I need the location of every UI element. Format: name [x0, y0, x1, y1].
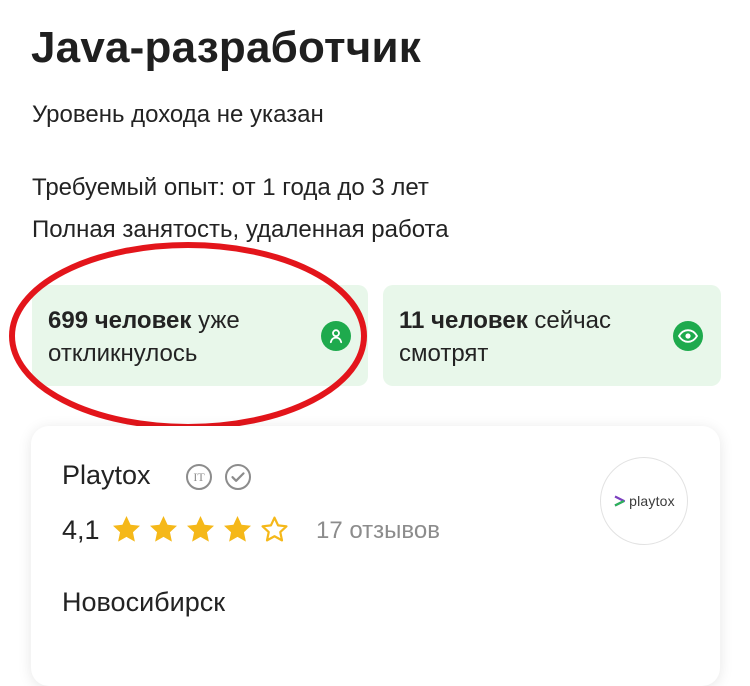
responses-count: 699 человек	[48, 307, 192, 334]
employment-info: Полная занятость, удаленная работа	[32, 216, 449, 243]
verified-check-icon[interactable]	[224, 463, 252, 491]
company-logo[interactable]: playtox	[600, 457, 688, 545]
eye-icon	[673, 321, 703, 351]
salary-info: Уровень дохода не указан	[32, 101, 324, 128]
company-name[interactable]: Playtox	[62, 458, 151, 492]
company-city: Новосибирск	[62, 587, 226, 617]
star-filled-icon	[150, 516, 177, 542]
company-rating: 4,1	[62, 515, 100, 545]
responses-text: 699 человек уже откликнулось	[48, 304, 298, 370]
company-card[interactable]: Playtox IT 4,1 17 отзывов Новосибирск pl…	[31, 426, 720, 686]
vacancy-title: Java-разработчик	[31, 23, 421, 72]
reviews-link[interactable]: 17 отзывов	[316, 515, 440, 547]
experience-info: Требуемый опыт: от 1 года до 3 лет	[32, 174, 429, 201]
star-filled-icon	[187, 516, 214, 542]
viewing-stat: 11 человек сейчас смотрят	[383, 285, 721, 386]
star-empty-icon	[261, 516, 288, 542]
rating-stars	[110, 513, 291, 546]
company-logo-text: playtox	[629, 493, 675, 509]
star-filled-icon	[113, 516, 140, 542]
chevron-right-icon	[614, 495, 626, 507]
person-icon	[321, 321, 351, 351]
viewing-count: 11 человек	[399, 307, 528, 334]
it-accreditation-badge[interactable]: IT	[186, 464, 212, 490]
responses-stat: 699 человек уже откликнулось	[32, 285, 368, 386]
viewing-text: 11 человек сейчас смотрят	[399, 304, 649, 370]
star-filled-icon	[224, 516, 251, 542]
vacancy-page: Java-разработчик Уровень дохода не указа…	[0, 0, 750, 686]
